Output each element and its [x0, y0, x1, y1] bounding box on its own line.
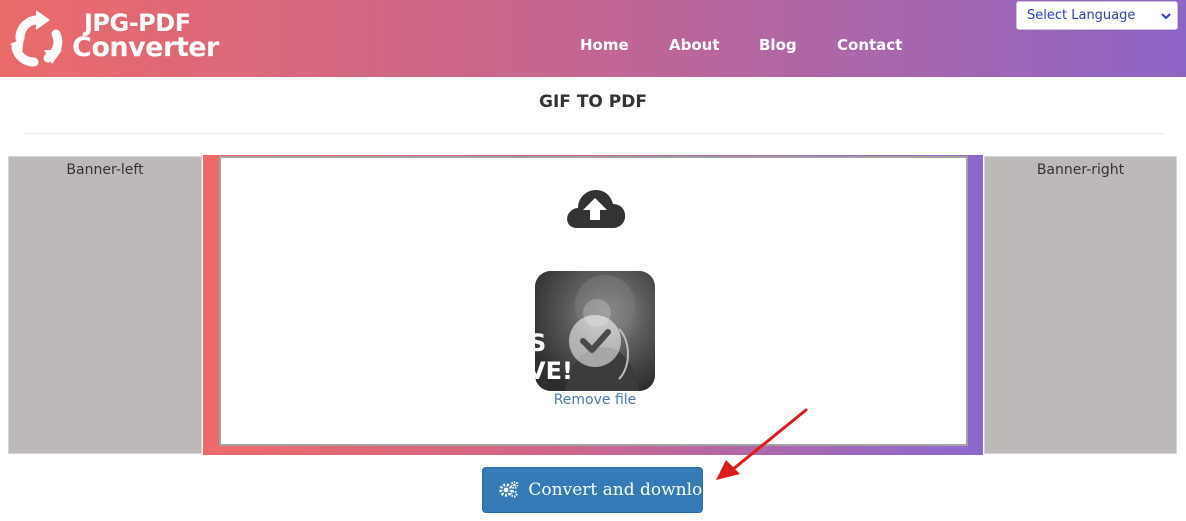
site-header: JPG-PDF Converter Home About Blog Contac…: [0, 0, 1186, 77]
file-dropzone[interactable]: S VE! Remove file: [219, 156, 968, 446]
remove-file-link[interactable]: Remove file: [495, 392, 695, 408]
preview-caption-top: S: [535, 329, 547, 357]
banner-left-label: Banner-left: [66, 162, 144, 178]
file-preview-thumbnail: S VE!: [535, 271, 655, 391]
red-annotation-arrow-icon: [716, 408, 808, 480]
nav-about[interactable]: About: [669, 36, 720, 54]
recycle-arrows-icon: [10, 10, 63, 67]
upload-frame: S VE! Remove file: [203, 155, 983, 455]
language-select[interactable]: Select Language: [1016, 1, 1178, 30]
banner-right-label: Banner-right: [1036, 162, 1125, 178]
language-select-value: Select Language: [1027, 8, 1136, 23]
nav-home[interactable]: Home: [580, 36, 629, 54]
page-title: GIF TO PDF: [539, 92, 647, 112]
gears-icon: [499, 481, 519, 498]
convert-and-download-button[interactable]: Convert and download: [482, 467, 723, 513]
logo-text-bottom: Converter: [72, 32, 219, 63]
cloud-upload-icon: [567, 190, 626, 228]
nav-contact[interactable]: Contact: [837, 36, 902, 54]
convert-button-label: Convert and download: [528, 480, 724, 500]
banner-right: Banner-right: [984, 156, 1177, 454]
nav-blog[interactable]: Blog: [759, 36, 797, 54]
title-divider: [24, 133, 1164, 134]
site-logo[interactable]: JPG-PDF Converter: [6, 6, 219, 72]
checkmark-icon: [580, 329, 611, 353]
chevron-down-icon: [1161, 13, 1171, 20]
preview-caption-bottom: VE!: [535, 357, 573, 385]
banner-left: Banner-left: [8, 156, 202, 454]
